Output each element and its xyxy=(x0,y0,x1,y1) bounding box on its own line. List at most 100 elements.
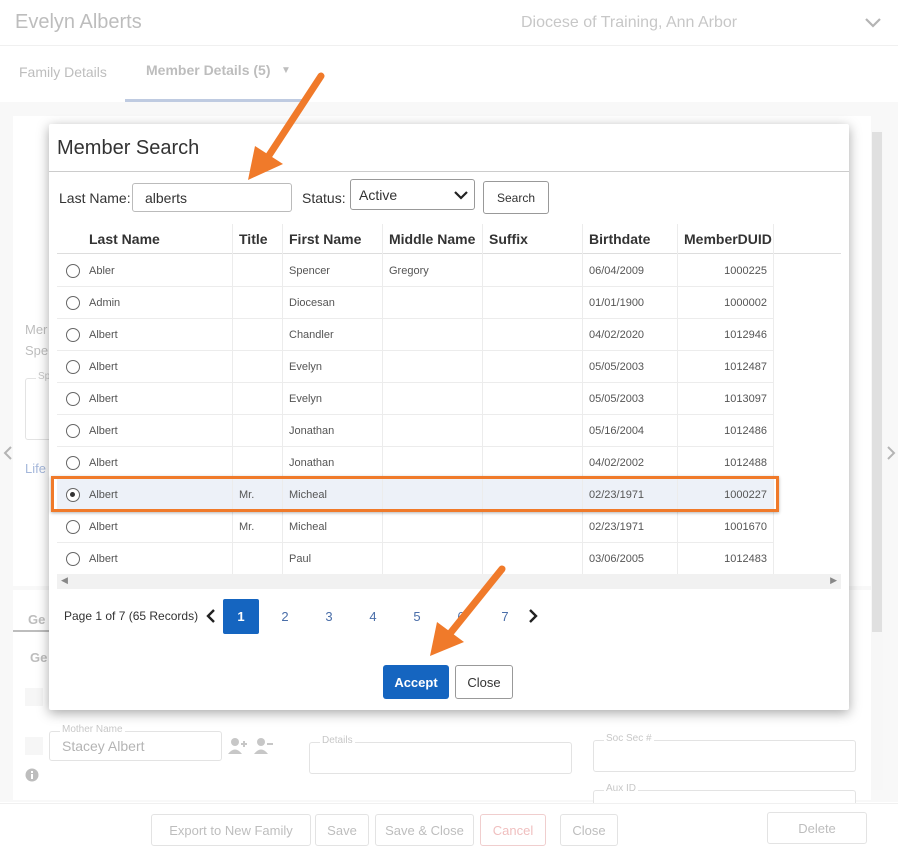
column-header[interactable]: Suffix xyxy=(489,231,528,247)
table-row[interactable]: Albert Jonathan 04/02/2002 1012488 xyxy=(57,447,773,479)
column-header[interactable]: First Name xyxy=(289,231,361,247)
page-button[interactable]: 3 xyxy=(311,599,347,634)
cell-birth: 03/06/2005 xyxy=(589,553,645,565)
horizontal-scrollbar[interactable]: ◀ ▶ xyxy=(57,574,841,589)
cell-first: Micheal xyxy=(289,489,327,501)
cell-title: Mr. xyxy=(239,521,255,533)
scroll-left-icon[interactable]: ◀ xyxy=(61,575,68,586)
dialog-title: Member Search xyxy=(57,137,200,159)
cell-first: Chandler xyxy=(289,329,334,341)
cell-duid: 1012483 xyxy=(724,553,767,565)
table-row[interactable]: Abler Spencer Gregory 06/04/2009 1000225 xyxy=(57,255,773,287)
column-divider xyxy=(582,224,583,574)
row-radio-button[interactable] xyxy=(66,520,80,534)
cell-last: Albert xyxy=(89,393,118,405)
table-row[interactable]: Albert Paul 03/06/2005 1012483 xyxy=(57,543,773,575)
divider xyxy=(49,171,849,172)
table-row[interactable]: Albert Mr. Micheal 02/23/1971 1000227 xyxy=(57,479,773,511)
cell-birth: 05/16/2004 xyxy=(589,425,645,437)
grid-header: Last Name Title First Name Middle Name S… xyxy=(57,224,841,254)
column-header[interactable]: Title xyxy=(239,231,268,247)
last-name-input[interactable] xyxy=(132,183,292,212)
cell-last: Albert xyxy=(89,489,118,501)
row-radio-button[interactable] xyxy=(66,264,80,278)
cell-first: Evelyn xyxy=(289,393,323,405)
cell-middle: Gregory xyxy=(389,265,429,277)
cell-last: Albert xyxy=(89,361,118,373)
cell-duid: 1000225 xyxy=(724,265,767,277)
cell-duid: 1012488 xyxy=(724,457,767,469)
page-button[interactable]: 5 xyxy=(399,599,435,634)
status-selected-value: Active xyxy=(359,187,398,203)
cell-last: Albert xyxy=(89,521,118,533)
table-row[interactable]: Albert Mr. Micheal 02/23/1971 1001670 xyxy=(57,511,773,543)
accept-button[interactable]: Accept xyxy=(383,665,449,699)
cell-title: Mr. xyxy=(239,489,255,501)
cell-birth: 05/05/2003 xyxy=(589,393,645,405)
column-divider xyxy=(282,224,283,574)
close-dialog-button[interactable]: Close xyxy=(455,665,513,699)
cell-first: Jonathan xyxy=(289,457,335,469)
cell-last: Albert xyxy=(89,329,118,341)
cell-first: Micheal xyxy=(289,521,327,533)
cell-duid: 1001670 xyxy=(724,521,767,533)
cell-last: Albert xyxy=(89,457,118,469)
cell-last: Abler xyxy=(89,265,115,277)
cell-birth: 04/02/2020 xyxy=(589,329,645,341)
member-search-dialog: Member Search Last Name: Status: Active … xyxy=(49,124,849,710)
column-divider xyxy=(232,224,233,574)
chevron-left-icon[interactable] xyxy=(203,606,219,626)
cell-birth: 01/01/1900 xyxy=(589,297,645,309)
column-header[interactable]: Birthdate xyxy=(589,231,650,247)
page-button[interactable]: 1 xyxy=(223,599,259,634)
cell-first: Paul xyxy=(289,553,312,565)
row-radio-button[interactable] xyxy=(66,360,80,374)
row-radio-button[interactable] xyxy=(66,488,80,502)
cell-first: Spencer xyxy=(289,265,330,277)
row-radio-button[interactable] xyxy=(66,296,80,310)
page-button[interactable]: 4 xyxy=(355,599,391,634)
cell-duid: 1012946 xyxy=(724,329,767,341)
column-header[interactable]: Last Name xyxy=(89,231,160,247)
cell-birth: 02/23/1971 xyxy=(589,521,645,533)
row-radio-button[interactable] xyxy=(66,456,80,470)
chevron-right-icon[interactable] xyxy=(525,606,541,626)
search-button[interactable]: Search xyxy=(483,181,549,214)
cell-duid: 1000227 xyxy=(724,489,767,501)
row-radio-button[interactable] xyxy=(66,328,80,342)
pager-summary: Page 1 of 7 (65 Records) xyxy=(64,609,199,623)
last-name-label: Last Name: xyxy=(59,190,131,206)
column-header[interactable]: Middle Name xyxy=(389,231,475,247)
table-row[interactable]: Admin Diocesan 01/01/1900 1000002 xyxy=(57,287,773,319)
column-divider xyxy=(482,224,483,574)
cell-duid: 1000002 xyxy=(724,297,767,309)
table-row[interactable]: Albert Evelyn 05/05/2003 1012487 xyxy=(57,351,773,383)
results-grid: Last Name Title First Name Middle Name S… xyxy=(57,224,841,590)
status-select[interactable]: Active xyxy=(350,179,475,210)
row-radio-button[interactable] xyxy=(66,552,80,566)
row-radio-button[interactable] xyxy=(66,392,80,406)
cell-first: Diocesan xyxy=(289,297,335,309)
cell-last: Admin xyxy=(89,297,121,309)
scroll-right-icon[interactable]: ▶ xyxy=(830,575,837,586)
table-row[interactable]: Albert Jonathan 05/16/2004 1012486 xyxy=(57,415,773,447)
page-button[interactable]: 2 xyxy=(267,599,303,634)
column-divider xyxy=(773,224,774,574)
status-label: Status: xyxy=(302,190,346,206)
cell-duid: 1012487 xyxy=(724,361,767,373)
cell-first: Evelyn xyxy=(289,361,323,373)
cell-birth: 05/05/2003 xyxy=(589,361,645,373)
column-divider xyxy=(382,224,383,574)
cell-duid: 1013097 xyxy=(724,393,767,405)
cell-last: Albert xyxy=(89,425,118,437)
page-button[interactable]: 6 xyxy=(443,599,479,634)
cell-birth: 06/04/2009 xyxy=(589,265,645,277)
row-radio-button[interactable] xyxy=(66,424,80,438)
page-button[interactable]: 7 xyxy=(487,599,523,634)
cell-first: Jonathan xyxy=(289,425,335,437)
table-row[interactable]: Albert Evelyn 05/05/2003 1013097 xyxy=(57,383,773,415)
column-header[interactable]: MemberDUID xyxy=(684,231,772,247)
table-row[interactable]: Albert Chandler 04/02/2020 1012946 xyxy=(57,319,773,351)
chevron-down-icon xyxy=(454,191,468,200)
cell-duid: 1012486 xyxy=(724,425,767,437)
